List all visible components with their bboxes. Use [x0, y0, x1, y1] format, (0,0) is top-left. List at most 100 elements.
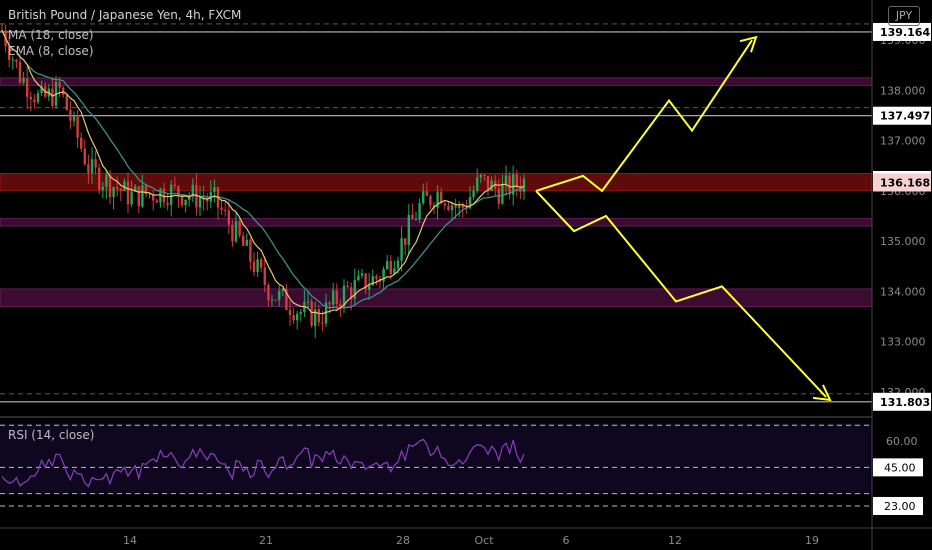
candle-body [177, 186, 180, 197]
candle-body [87, 164, 90, 173]
candle-body [58, 81, 61, 88]
candle-body [116, 187, 119, 190]
candle-body [137, 186, 140, 207]
candle-body [29, 96, 32, 100]
ma-18-line [1, 30, 525, 309]
candle-body [450, 205, 454, 211]
time-tick-label: 6 [563, 534, 570, 547]
candle-body [173, 184, 176, 187]
candle-body [33, 99, 36, 103]
candle-body [15, 59, 18, 62]
candle-body [368, 285, 371, 290]
rsi-band [0, 423, 872, 494]
candle-body [306, 301, 310, 303]
price-axis: 139.000138.000137.000136.000135.000134.0… [871, 0, 932, 550]
candle-body [231, 224, 234, 242]
price-marker-label: 137.497 [880, 110, 930, 123]
candle-body [404, 238, 407, 245]
candle-body [72, 115, 76, 121]
candle-body [375, 276, 378, 279]
candle-body [213, 187, 216, 193]
candle-body [224, 210, 227, 212]
candle-body [180, 196, 184, 206]
candle-body [76, 115, 79, 138]
candle-body [472, 190, 475, 198]
price-marker-label: 131.803 [880, 396, 930, 409]
candle-body [479, 174, 482, 178]
time-tick-label: 21 [259, 534, 273, 547]
candle-body [425, 191, 428, 196]
candle-body [155, 200, 158, 203]
rsi-marker-label: 23.00 [884, 500, 916, 513]
candle-body [476, 177, 479, 191]
candle-body [339, 304, 342, 307]
candle-body [414, 219, 418, 221]
candle-body [447, 205, 450, 211]
moving-averages [1, 30, 525, 315]
candle-body [65, 94, 68, 111]
time-tick-label: 19 [805, 534, 819, 547]
candle-body [245, 239, 248, 246]
candle-body [11, 59, 14, 61]
candle-body [26, 78, 29, 97]
candle-body [501, 184, 504, 204]
candle-body [328, 302, 331, 305]
candle-body [382, 268, 385, 282]
candle-body [299, 311, 302, 314]
candle-body [252, 261, 256, 273]
candle-body [130, 191, 133, 205]
candle-body [36, 93, 40, 103]
candle-body [94, 159, 97, 168]
candle-body [411, 214, 414, 220]
zone [0, 173, 873, 192]
currency-badge[interactable]: JPY [888, 6, 920, 26]
candle-body [321, 322, 324, 324]
candle-body [260, 259, 263, 268]
candle-body [360, 273, 364, 276]
candle-body [278, 290, 281, 300]
price-tick-label: 135.000 [880, 235, 926, 248]
candle-body [486, 175, 490, 191]
rsi-marker-label: 45.00 [884, 461, 916, 474]
price-tick-label: 138.000 [880, 84, 926, 97]
time-tick-label: Oct [474, 534, 494, 547]
price-marker-label: 136.168 [880, 176, 930, 189]
candle-body [429, 195, 432, 206]
candle-body [422, 191, 425, 204]
candle-body [101, 186, 104, 190]
candle-body [346, 285, 349, 288]
candle-body [267, 284, 270, 301]
candle-body [184, 199, 187, 206]
candle-body [292, 315, 295, 321]
candle-body [51, 88, 54, 106]
price-tick-label: 134.000 [880, 285, 926, 298]
candle-body [119, 189, 122, 192]
candle-body [98, 167, 101, 190]
price-tick-label: 133.000 [880, 336, 926, 349]
candle-body [332, 290, 335, 305]
price-chart[interactable]: 139.000138.000137.000136.000135.000134.0… [0, 0, 932, 550]
rsi-panel [0, 423, 872, 507]
zone [0, 288, 873, 307]
candle-body [281, 288, 284, 291]
candle-body [105, 174, 108, 187]
candle-body [504, 175, 508, 185]
symbol-title: British Pound / Japanese Yen, 4h, FXCM [8, 8, 242, 22]
candle-body [126, 181, 130, 205]
candle-body [357, 275, 360, 281]
candle-body [317, 309, 320, 323]
candle-body [141, 185, 144, 207]
candle-body [483, 174, 486, 176]
zone [0, 77, 873, 86]
candle-body [83, 148, 86, 165]
candle-body [206, 199, 209, 202]
candle-body [22, 78, 25, 83]
candle-body [389, 261, 392, 274]
candle-body [270, 299, 274, 301]
time-axis: 14 21 28 Oct 6 12 19 [0, 527, 932, 547]
rsi-legend: RSI (14, close) [8, 428, 95, 442]
candle-body [18, 61, 22, 83]
candle-body [249, 239, 252, 262]
candle-body [90, 159, 94, 173]
price-tick-label: 137.000 [880, 135, 926, 148]
